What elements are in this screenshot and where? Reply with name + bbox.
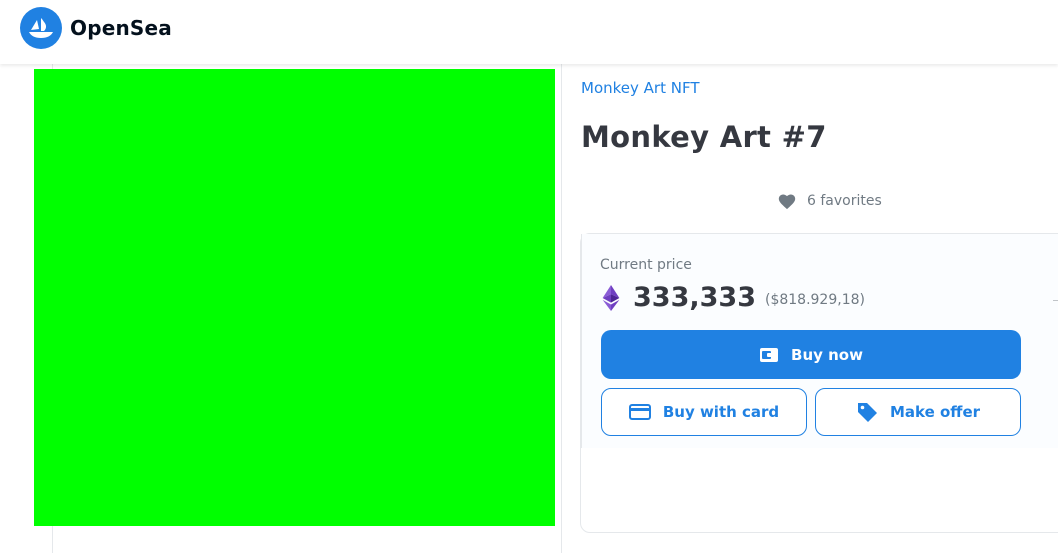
price-label: Current price (600, 257, 692, 273)
top-navigation-bar: OpenSea (0, 0, 1058, 64)
opensea-ship-icon (20, 7, 62, 49)
credit-card-icon (628, 404, 651, 420)
make-offer-button[interactable]: Make offer (815, 388, 1021, 436)
favorites-count[interactable]: 6 favorites (777, 192, 882, 210)
heart-icon (778, 194, 796, 210)
item-title: Monkey Art #7 (581, 120, 827, 154)
make-offer-label: Make offer (889, 403, 981, 421)
divider (1053, 300, 1058, 301)
tag-icon (856, 401, 878, 423)
buy-now-label: Buy now (791, 345, 863, 364)
buy-with-card-label: Buy with card (662, 403, 780, 421)
logo-text: OpenSea (70, 16, 172, 40)
collection-link[interactable]: Monkey Art NFT (581, 79, 699, 97)
price-value: 333,333 (633, 282, 756, 313)
price-usd: ($818.929,18) (764, 292, 865, 308)
buy-with-card-button[interactable]: Buy with card (601, 388, 807, 436)
ethereum-icon (602, 284, 620, 311)
opensea-logo-link[interactable]: OpenSea (20, 7, 172, 49)
price-row: 333,333 ($818.929,18) (602, 282, 865, 313)
buy-now-button[interactable]: Buy now (601, 330, 1021, 379)
favorites-text: 6 favorites (807, 193, 882, 209)
wallet-icon (759, 346, 779, 364)
nft-image[interactable] (34, 69, 555, 526)
